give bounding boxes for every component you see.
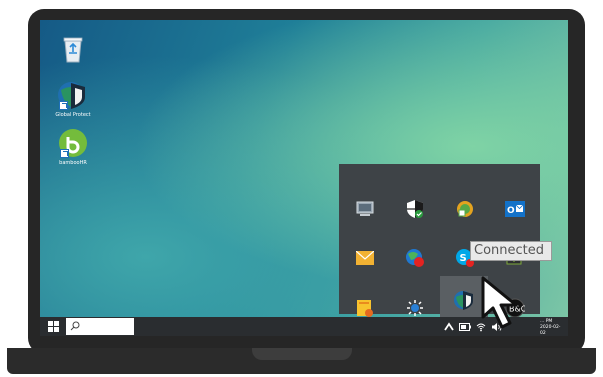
chevron-up-icon[interactable] <box>444 322 454 332</box>
tray-item-display[interactable] <box>345 189 385 229</box>
tray-item-onedrive-sync[interactable] <box>445 189 485 229</box>
svg-text:S: S <box>460 253 467 264</box>
globalprotect-icon <box>57 80 89 110</box>
recycle-bin-icon <box>63 37 83 63</box>
network-globe-icon <box>406 249 424 267</box>
taskbar-search-box[interactable] <box>66 318 134 335</box>
laptop-hinge-notch <box>252 348 352 360</box>
onedrive-sync-icon <box>457 201 473 217</box>
bluetooth-icon <box>407 300 423 316</box>
clock-date: 2020-02-02 <box>540 325 561 336</box>
tray-item-network-globe[interactable] <box>395 238 435 278</box>
desktop-icon-recycle-bin[interactable] <box>43 35 103 63</box>
windows-security-icon <box>407 200 423 218</box>
tray-item-mail[interactable] <box>345 238 385 278</box>
shortcut-arrow-icon <box>59 101 68 110</box>
battery-icon[interactable] <box>459 323 471 331</box>
display-icon <box>356 201 374 216</box>
globalprotect-tray-icon <box>454 291 473 310</box>
mail-icon <box>356 251 374 265</box>
tray-item-outlook[interactable]: O <box>495 189 535 229</box>
desktop-screen: Global Protect bambooHR O S B&O Connecte… <box>40 20 568 336</box>
bamboohr-icon <box>58 128 88 158</box>
outlook-icon: O <box>505 201 525 217</box>
connected-tooltip: Connected <box>470 241 552 261</box>
search-icon <box>70 321 80 331</box>
desktop-icon-label: Global Protect <box>55 112 91 118</box>
desktop-icon-global-protect[interactable]: Global Protect <box>43 80 103 118</box>
desktop-icon-bamboohr[interactable]: bambooHR <box>43 128 103 166</box>
desktop-icon-label: bambooHR <box>59 160 87 166</box>
tray-item-windows-security[interactable] <box>395 189 435 229</box>
windows-start-icon[interactable] <box>48 321 59 332</box>
notes-icon <box>357 300 373 317</box>
mouse-cursor-icon <box>481 276 518 329</box>
shortcut-arrow-icon <box>60 149 69 158</box>
svg-text:O: O <box>507 206 515 216</box>
taskbar-clock[interactable]: ... PM 2020-02-02 <box>540 319 566 336</box>
